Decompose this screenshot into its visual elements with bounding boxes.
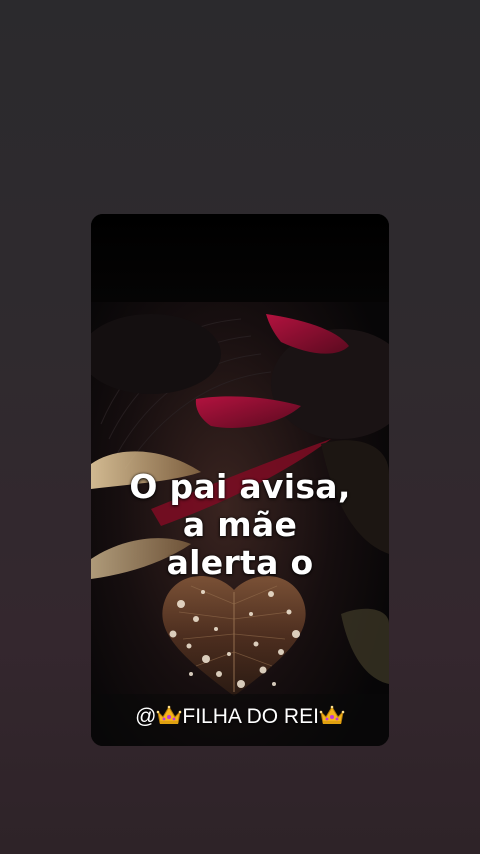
caption-line-1: O pai avisa,	[129, 467, 351, 506]
author-watermark: @ FILHA DO REI	[91, 702, 389, 732]
caption-line-3: alerta o	[166, 543, 314, 582]
crown-icon	[319, 705, 345, 724]
watermark-prefix: @	[135, 705, 157, 728]
crown-icon	[157, 705, 182, 724]
caption-line-2: a mãe	[182, 505, 298, 544]
story-video-card[interactable]: O pai avisa, a mãe alerta o @ FILHA DO R…	[91, 214, 389, 746]
watermark-name: FILHA DO REI	[182, 705, 319, 728]
caption-text: O pai avisa, a mãe alerta o	[91, 468, 389, 582]
